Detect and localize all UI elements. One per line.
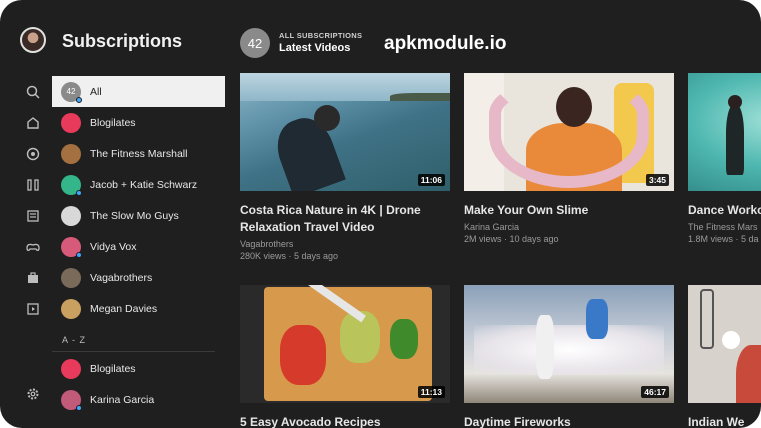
channel-item-all[interactable]: 42 All — [52, 76, 225, 107]
subscriptions-icon[interactable] — [25, 208, 41, 224]
subscription-channel-list: 42 All Blogilates The Fitness Marshall J… — [52, 76, 225, 324]
all-subscriptions-count-badge: 42 — [240, 28, 270, 58]
channel-item[interactable]: Blogilates — [52, 107, 225, 138]
video-meta: 1.8M views · 5 da — [688, 234, 759, 244]
person-jumping-shape — [586, 299, 608, 339]
all-subscriptions-label: ALL SUBSCRIPTIONS — [279, 31, 363, 40]
channel-item[interactable]: Vidya Vox — [52, 231, 225, 262]
channel-avatar — [61, 112, 81, 133]
video-thumbnail[interactable] — [688, 73, 761, 191]
channel-item[interactable]: Blogilates — [52, 353, 225, 384]
channel-avatar — [61, 236, 82, 258]
video-title[interactable]: Daytime Fireworks — [464, 414, 674, 428]
video-card[interactable]: 11:13 5 Easy Avocado Recipes — [240, 285, 450, 428]
video-meta: 2M views · 10 days ago — [464, 234, 559, 244]
watermark-text: apkmodule.io — [384, 33, 507, 54]
video-channel[interactable]: Vagabrothers — [240, 238, 450, 250]
channel-item[interactable]: Jacob + Katie Schwarz — [52, 169, 225, 200]
channel-name: The Fitness Marshall — [90, 147, 188, 160]
video-card[interactable]: 11:06 Costa Rica Nature in 4K | Drone Re… — [240, 73, 450, 262]
new-content-dot — [76, 96, 82, 103]
latest-videos-label: Latest Videos — [279, 42, 351, 54]
video-duration: 3:45 — [645, 174, 669, 186]
new-content-dot — [76, 404, 82, 411]
new-content-dot — [76, 189, 82, 196]
channel-name: Blogilates — [90, 362, 136, 375]
channel-name: Megan Davies — [90, 302, 158, 315]
channel-item[interactable]: The Fitness Marshall — [52, 138, 225, 169]
video-thumbnail[interactable]: 3:45 — [464, 73, 674, 191]
video-thumbnail[interactable]: 11:13 — [240, 285, 450, 403]
channel-avatar — [61, 143, 81, 164]
surfer-head-shape — [314, 105, 340, 131]
tomato-shape — [280, 325, 326, 385]
new-content-dot — [76, 251, 82, 258]
history-icon[interactable] — [25, 301, 41, 317]
video-duration: 46:17 — [641, 386, 669, 398]
video-title[interactable]: Make Your Own Slime — [464, 202, 674, 219]
herbs-shape — [390, 319, 418, 359]
explore-icon[interactable] — [25, 146, 41, 162]
decor-ball-shape — [722, 331, 740, 349]
person-shape — [736, 345, 761, 403]
channel-avatar — [61, 298, 81, 319]
settings-icon[interactable] — [25, 386, 41, 402]
dancer-shape — [726, 105, 744, 175]
video-meta: 280K views · 5 days ago — [240, 251, 339, 261]
video-title[interactable]: Indian We — [688, 414, 761, 428]
video-duration: 11:06 — [417, 174, 445, 186]
video-card[interactable]: 3:45 Make Your Own Slime Karina Garcia 2… — [464, 73, 674, 245]
channel-name: Vidya Vox — [90, 240, 137, 253]
az-section-label: A - Z — [62, 335, 87, 345]
smoke-shape — [474, 325, 664, 375]
channel-avatar — [61, 358, 81, 379]
home-icon[interactable] — [25, 115, 41, 131]
channel-avatar — [61, 389, 82, 411]
video-card[interactable]: 46:17 Daytime Fireworks — [464, 285, 674, 428]
video-duration: 11:13 — [417, 386, 445, 398]
video-thumbnail[interactable]: 46:17 — [464, 285, 674, 403]
channel-name: All — [90, 85, 102, 98]
channel-avatar — [61, 205, 81, 226]
video-channel[interactable]: The Fitness Mars — [688, 221, 761, 233]
video-thumbnail[interactable] — [688, 285, 761, 403]
page-title: Subscriptions — [62, 31, 183, 51]
avatar-count: 42 — [66, 87, 76, 96]
video-title[interactable]: Costa Rica Nature in 4K | Drone Relaxati… — [240, 202, 450, 236]
gaming-icon[interactable] — [25, 239, 41, 255]
channel-item[interactable]: Vagabrothers — [52, 262, 225, 293]
dancer-head-shape — [728, 95, 742, 109]
channel-item[interactable]: Megan Davies — [52, 293, 225, 324]
slime-shape — [489, 83, 649, 188]
video-channel[interactable]: Karina Garcia — [464, 221, 674, 233]
coastline-shape — [390, 93, 450, 101]
video-title[interactable]: 5 Easy Avocado Recipes — [240, 414, 450, 428]
channel-name: The Slow Mo Guys — [90, 209, 179, 222]
video-thumbnail[interactable]: 11:06 — [240, 73, 450, 191]
video-card[interactable]: Dance Worko The Fitness Mars 1.8M views … — [688, 73, 761, 245]
channel-avatar — [61, 174, 82, 196]
channel-name: Jacob + Katie Schwarz — [90, 178, 198, 191]
account-avatar[interactable] — [20, 27, 46, 53]
shorts-icon[interactable] — [25, 177, 41, 193]
app-window: Subscriptions 42 ALL SUBSCRIPTIONS Lates… — [0, 0, 761, 428]
channel-name: Blogilates — [90, 116, 136, 129]
channel-item[interactable]: Karina Garcia — [52, 384, 225, 415]
search-icon[interactable] — [25, 84, 41, 100]
door-frame-shape — [700, 289, 714, 349]
library-icon[interactable] — [25, 270, 41, 286]
channel-avatar — [61, 267, 81, 288]
divider — [52, 351, 215, 352]
channel-item[interactable]: The Slow Mo Guys — [52, 200, 225, 231]
channel-name: Vagabrothers — [90, 271, 153, 284]
channel-name: Karina Garcia — [90, 393, 155, 406]
video-card[interactable]: Indian We — [688, 285, 761, 428]
person-left-shape — [536, 315, 554, 379]
channel-avatar: 42 — [61, 81, 82, 103]
az-channel-list: Blogilates Karina Garcia — [52, 353, 225, 415]
video-title[interactable]: Dance Worko — [688, 202, 761, 219]
